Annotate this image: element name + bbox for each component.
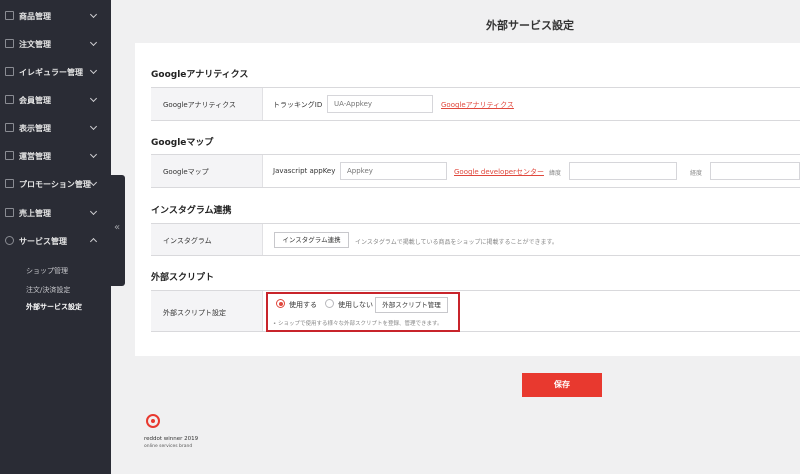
sidebar-item-display[interactable]: 表示管理 xyxy=(0,114,111,142)
section-title-script: 外部スクリプト xyxy=(151,273,215,283)
reddot-logo-icon xyxy=(146,414,160,428)
box-icon xyxy=(5,11,14,20)
chevron-down-icon xyxy=(89,94,98,103)
user-icon xyxy=(5,95,14,104)
sidebar-item-services[interactable]: サービス管理 xyxy=(0,227,111,255)
script-row: 外部スクリプト設定 使用する 使用しない 外部スクリプト管理 • ショップで使用… xyxy=(151,290,800,332)
sidebar-item-label: 売上管理 xyxy=(19,209,51,218)
save-button[interactable]: 保存 xyxy=(522,373,602,397)
chevron-down-icon xyxy=(89,122,98,131)
sidebar-item-label: 注文管理 xyxy=(19,40,51,49)
monitor-icon xyxy=(5,123,14,132)
annotation-highlight-box xyxy=(266,292,460,332)
tracking-id-label: トラッキングID xyxy=(273,101,323,109)
sidebar: 商品管理 注文管理 イレギュラー管理 会員管理 表示管理 運営管理 プロモーショ… xyxy=(0,0,111,474)
sidebar-item-operations[interactable]: 運営管理 xyxy=(0,142,111,170)
checklist-icon xyxy=(5,67,14,76)
sidebar-item-label: サービス管理 xyxy=(19,237,67,246)
chevron-down-icon xyxy=(89,178,98,187)
instagram-row: インスタグラム インスタグラム連携 インスタグラムで掲載している商品をショップに… xyxy=(151,223,800,256)
sidebar-item-label: 商品管理 xyxy=(19,12,51,21)
chevron-down-icon xyxy=(89,150,98,159)
maps-row: Googleマップ Javascript appKey Google devel… xyxy=(151,154,800,188)
instagram-row-label-cell: インスタグラム xyxy=(151,224,263,255)
sidebar-item-promotion[interactable]: プロモーション管理 xyxy=(0,170,111,198)
sidebar-item-sales[interactable]: 売上管理 xyxy=(0,199,111,227)
bar-chart-icon xyxy=(5,208,14,217)
analytics-row: Googleアナリティクス トラッキングID Googleアナリティクス xyxy=(151,87,800,121)
js-appkey-input[interactable] xyxy=(340,162,447,180)
sidebar-subitem-order-payment[interactable]: 注文/決済設定 xyxy=(26,285,70,295)
store-icon xyxy=(5,151,14,160)
maps-row-label: Googleマップ xyxy=(163,168,209,176)
sidebar-item-label: 会員管理 xyxy=(19,96,51,105)
instagram-connect-button[interactable]: インスタグラム連携 xyxy=(274,232,349,248)
sidebar-item-label: イレギュラー管理 xyxy=(19,68,83,77)
longitude-input[interactable] xyxy=(710,162,800,180)
sidebar-collapse-toggle[interactable]: « xyxy=(111,175,125,286)
sidebar-item-label: 運営管理 xyxy=(19,152,51,161)
section-title-analytics: Googleアナリティクス xyxy=(151,70,249,80)
google-developer-link[interactable]: Google developerセンター xyxy=(454,167,544,177)
award-line-1: reddot winner 2019 xyxy=(144,436,199,442)
chevron-down-icon xyxy=(89,66,98,75)
chevron-up-icon xyxy=(89,237,98,246)
section-title-instagram: インスタグラム連携 xyxy=(151,206,232,216)
sidebar-item-irregular[interactable]: イレギュラー管理 xyxy=(0,58,111,86)
script-row-label: 外部スクリプト設定 xyxy=(163,309,226,317)
analytics-row-label-cell: Googleアナリティクス xyxy=(151,88,263,120)
sidebar-item-products[interactable]: 商品管理 xyxy=(0,2,111,30)
chevron-down-icon xyxy=(89,10,98,19)
longitude-label: 経度 xyxy=(690,170,703,177)
chevron-down-icon xyxy=(89,207,98,216)
analytics-row-label: Googleアナリティクス xyxy=(163,101,236,109)
latitude-input[interactable] xyxy=(569,162,677,180)
award-line-2: online services brand xyxy=(144,444,193,449)
js-appkey-label: Javascript appKey xyxy=(273,167,336,175)
sidebar-item-orders[interactable]: 注文管理 xyxy=(0,30,111,58)
megaphone-icon xyxy=(5,179,14,188)
sidebar-subitem-external-services[interactable]: 外部サービス設定 xyxy=(26,302,82,312)
sidebar-item-label: プロモーション管理 xyxy=(19,180,91,189)
document-icon xyxy=(5,39,14,48)
settings-panel: Googleアナリティクス Googleアナリティクス トラッキングID Goo… xyxy=(135,43,800,356)
instagram-note: インスタグラムで掲載している商品をショップに掲載することができます。 xyxy=(355,239,558,246)
tracking-id-input[interactable] xyxy=(327,95,433,113)
script-row-label-cell: 外部スクリプト設定 xyxy=(151,291,263,331)
chevron-down-icon xyxy=(89,38,98,47)
double-chevron-left-icon: « xyxy=(114,222,121,233)
google-analytics-link[interactable]: Googleアナリティクス xyxy=(441,100,514,110)
gear-icon xyxy=(5,236,14,245)
latitude-label: 緯度 xyxy=(549,170,562,177)
instagram-row-label: インスタグラム xyxy=(163,237,212,245)
sidebar-subitem-shop[interactable]: ショップ管理 xyxy=(26,266,68,276)
maps-row-label-cell: Googleマップ xyxy=(151,155,263,187)
sidebar-item-members[interactable]: 会員管理 xyxy=(0,86,111,114)
page-title: 外部サービス設定 xyxy=(486,19,574,32)
sidebar-item-label: 表示管理 xyxy=(19,124,51,133)
section-title-maps: Googleマップ xyxy=(151,138,214,148)
